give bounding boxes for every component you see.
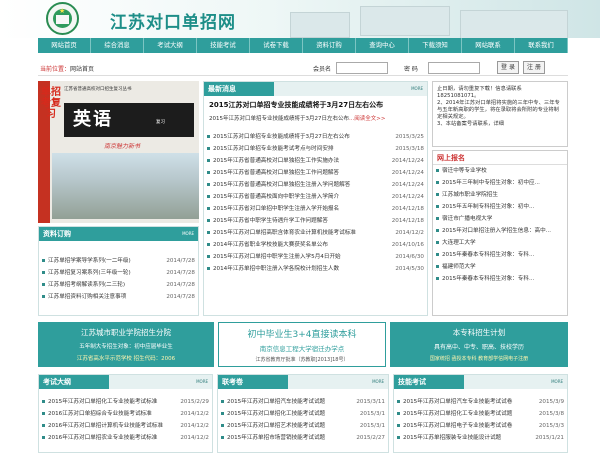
banner-city-college[interactable]: 江苏城市职业学院招生分院 五年制大专招生对象：初中应届毕业生 江苏省高水平示范学…: [38, 322, 214, 367]
list-item[interactable]: 福建师范大学: [433, 261, 567, 273]
annual-exam-panel: 联考卷 MORE 2015年江苏对口单招汽车技能考试试题 2015/3/11 201…: [217, 374, 389, 453]
campus-photo: [460, 10, 568, 38]
news-row[interactable]: 2015江苏对口单招专业技能考试考点与时间安排 2015/3/18: [204, 143, 427, 155]
campus-photo: [360, 6, 450, 36]
notice-box: 止日期，请勿重复下载！信息请联系18251081071。 2、2014年江苏对口…: [432, 81, 568, 147]
latest-news-title: 最新消息: [208, 85, 236, 93]
list-item[interactable]: 江苏单招资料订购相关注意事项 2014/7/28: [39, 291, 198, 303]
order-panel: 资料订购 MORE 江苏单招学案导学系列(一二年级) 2014/7/28 江苏单招复…: [38, 226, 199, 316]
list-item[interactable]: 2015年江苏对口单招化工技能考试试题 2015/3/1: [218, 408, 388, 420]
news-row[interactable]: 2015年江苏省普通高校面向中职学生注册入学简介 2014/12/24: [204, 191, 427, 203]
list-item[interactable]: 2016年江苏对口单招计算机专业技能考试标准 2014/12/2: [39, 420, 212, 432]
news-row[interactable]: 2015年江苏对口单招中职学生注册入学5月4日开始 2014/6/30: [204, 251, 427, 263]
list-item[interactable]: 2015年江苏对口单招艺术技能考试试题 2015/3/1: [218, 420, 388, 432]
book-header: 江苏省普通高校对口招生复习丛书: [64, 87, 132, 92]
breadcrumb-home[interactable]: 网站首页: [70, 66, 94, 73]
username-label: 会员名: [313, 66, 332, 73]
site-title: 江苏对口单招网: [110, 13, 236, 33]
location-login-bar: 当前位置：网站首页 会员名 密 码 登 录 注 册: [38, 60, 568, 76]
breadcrumb: 当前位置：网站首页: [40, 66, 95, 73]
book-city-photo: [52, 153, 199, 219]
read-more-link[interactable]: ...阅读全文>>: [349, 116, 385, 122]
list-item[interactable]: 江苏单招考纲解读系列(二三轮) 2014/7/28: [39, 279, 198, 291]
list-item[interactable]: 2015年江苏对口单招化工专业技能考试试题 2015/3/8: [394, 408, 567, 420]
list-item[interactable]: 宿迁中等专业学校: [433, 165, 567, 177]
list-item[interactable]: 2015年江苏单招服装专业技能设计试题 2015/1/21: [394, 432, 567, 444]
list-item[interactable]: 江苏城市职业学院招生: [433, 189, 567, 201]
more-link[interactable]: MORE: [411, 82, 423, 96]
exam-outline-title: 考试大纲: [43, 378, 71, 386]
skill-exam-panel: 技能考试 MORE 2015年江苏对口单招汽车专业技能考试试卷 2015/3/9 2…: [393, 374, 568, 453]
nav-skill[interactable]: 技能考试: [197, 38, 250, 53]
news-row[interactable]: 2014年江苏单招中职注册入学各院校计划招生人数 2014/5/30: [204, 263, 427, 275]
news-row[interactable]: 2015年江苏省普通高校对口单独招生注册入学问题解答 2014/12/24: [204, 179, 427, 191]
nav-query[interactable]: 查询中心: [356, 38, 409, 53]
news-row[interactable]: 2014年江苏省职业学校技能大赛获奖名单公布 2014/10/16: [204, 239, 427, 251]
banner-enrollment-plan[interactable]: 本专科招生计划 具有高中、中专、职高、技校学历 国家统招 函授本专科 教育部学信…: [390, 322, 568, 367]
list-item[interactable]: 2015年江苏对口单招化工专业技能考试标准 2015/2/29: [39, 396, 212, 408]
news-row[interactable]: 2015年江苏省普通高校对口单独招生工作问题解答 2014/12/24: [204, 167, 427, 179]
list-item[interactable]: 江苏单招学案导学系列(一二年级) 2014/7/28: [39, 255, 198, 267]
book-series-title: 单招考复习: [41, 87, 61, 120]
password-input[interactable]: [428, 62, 480, 74]
nav-papers[interactable]: 试卷下载: [250, 38, 303, 53]
register-button[interactable]: 注 册: [523, 61, 545, 74]
list-item[interactable]: 2015年秦春本专科招生对象：专科...: [433, 249, 567, 261]
order-title: 资料订购: [43, 230, 71, 238]
news-row[interactable]: 2015年江苏对口单招高职含体育农业计算机技能考试标准 2014/12/2: [204, 227, 427, 239]
list-item[interactable]: 2015年江苏对口单招汽车专业技能考试试卷 2015/3/9: [394, 396, 567, 408]
skill-exam-title: 技能考试: [398, 378, 426, 386]
headline[interactable]: 2015江苏对口单招专业技能成绩将于3月27日左右公布: [209, 100, 427, 110]
more-link[interactable]: MORE: [551, 375, 563, 389]
login-button[interactable]: 登 录: [497, 61, 519, 74]
site-header: ★ 江苏对口单招网: [0, 0, 600, 38]
book-ad-image[interactable]: 单招考复习 江苏省普通高校对口招生复习丛书 英语 复习 南京魅力新书: [38, 81, 199, 223]
list-item[interactable]: 2015年江苏对口单招汽车技能考试试题 2015/3/11: [218, 396, 388, 408]
main-nav: 网站首页 综合消息 考试大纲 技能考试 试卷下载 资料订购 查询中心 下载须知 …: [38, 38, 568, 53]
news-row[interactable]: 2015年江苏省普通高校对口单独招生工作实施办法 2014/12/24: [204, 155, 427, 167]
username-input[interactable]: [336, 62, 388, 74]
more-link[interactable]: MORE: [196, 375, 208, 389]
site-logo[interactable]: ★: [46, 2, 79, 35]
list-item[interactable]: 2015年江苏单招市场营销技能考试试题 2015/2/27: [218, 432, 388, 444]
list-item[interactable]: 大连理工大学: [433, 237, 567, 249]
news-row[interactable]: 2015年江苏省对口单招中职学生注册入学开始报名 2014/12/18: [204, 203, 427, 215]
list-item[interactable]: 2016年江苏对口单招农业专业技能考试标准 2014/12/2: [39, 432, 212, 444]
latest-news-panel: 最新消息 MORE 2015江苏对口单招专业技能成绩将于3月27日左右公布 201…: [203, 81, 428, 316]
list-item[interactable]: 2015年江苏对口单招电子专业技能考试试卷 2015/3/3: [394, 420, 567, 432]
password-label: 密 码: [404, 66, 418, 73]
nav-download-notice[interactable]: 下载须知: [409, 38, 462, 53]
online-registration-panel: 网上报名 宿迁中等专业学校 2015年三年制中专招生对象：初中应... 江苏城市…: [432, 150, 568, 316]
headline-summary: 2015年江苏对口单招专业技能成绩将于3月27日左右公布...阅读全文>>: [209, 116, 386, 122]
list-item[interactable]: 江苏单招复习案系列(三年级一轮) 2014/7/28: [39, 267, 198, 279]
exam-outline-panel: 考试大纲 MORE 2015年江苏对口单招化工专业技能考试标准 2015/2/29 …: [38, 374, 213, 453]
list-item[interactable]: 2015年对口单招注册入学招生信息：高中...: [433, 225, 567, 237]
list-item[interactable]: 2015年秦春本专科招生对象：专科...: [433, 273, 567, 285]
nav-home[interactable]: 网站首页: [38, 38, 91, 53]
campus-photo: [290, 12, 350, 38]
nav-contact-us[interactable]: 联系我们: [515, 38, 568, 53]
nav-news[interactable]: 综合消息: [91, 38, 144, 53]
more-link[interactable]: MORE: [182, 227, 194, 241]
list-item[interactable]: 2015年五年制专科招生对象：初中...: [433, 201, 567, 213]
nav-contact-site[interactable]: 网站联系: [462, 38, 515, 53]
annual-exam-title: 联考卷: [222, 378, 243, 386]
news-row[interactable]: 2015年江苏省中职学生待遇升学工作问题解答 2014/12/18: [204, 215, 427, 227]
banner-3plus4[interactable]: 初中毕业生3+4直接读本科 南京信息工程大学宿迁办学点 江苏省教育厅批准（苏教职…: [218, 322, 386, 367]
list-item[interactable]: 2015年三年制中专招生对象：初中应...: [433, 177, 567, 189]
news-row[interactable]: 2015江苏对口单招专业技能成绩将于3月27日左右公布 2015/3/25: [204, 131, 427, 143]
book-brand: 南京魅力新书: [104, 143, 141, 150]
more-link[interactable]: MORE: [372, 375, 384, 389]
nav-order[interactable]: 资料订购: [303, 38, 356, 53]
nav-outline[interactable]: 考试大纲: [144, 38, 197, 53]
book-subject: 英语: [73, 109, 113, 130]
list-item[interactable]: 2016江苏对口单招综合专业技能考试标准 2014/12/2: [39, 408, 212, 420]
list-item[interactable]: 宿迁市广播电视大学: [433, 213, 567, 225]
registration-title: 网上报名: [433, 151, 567, 165]
